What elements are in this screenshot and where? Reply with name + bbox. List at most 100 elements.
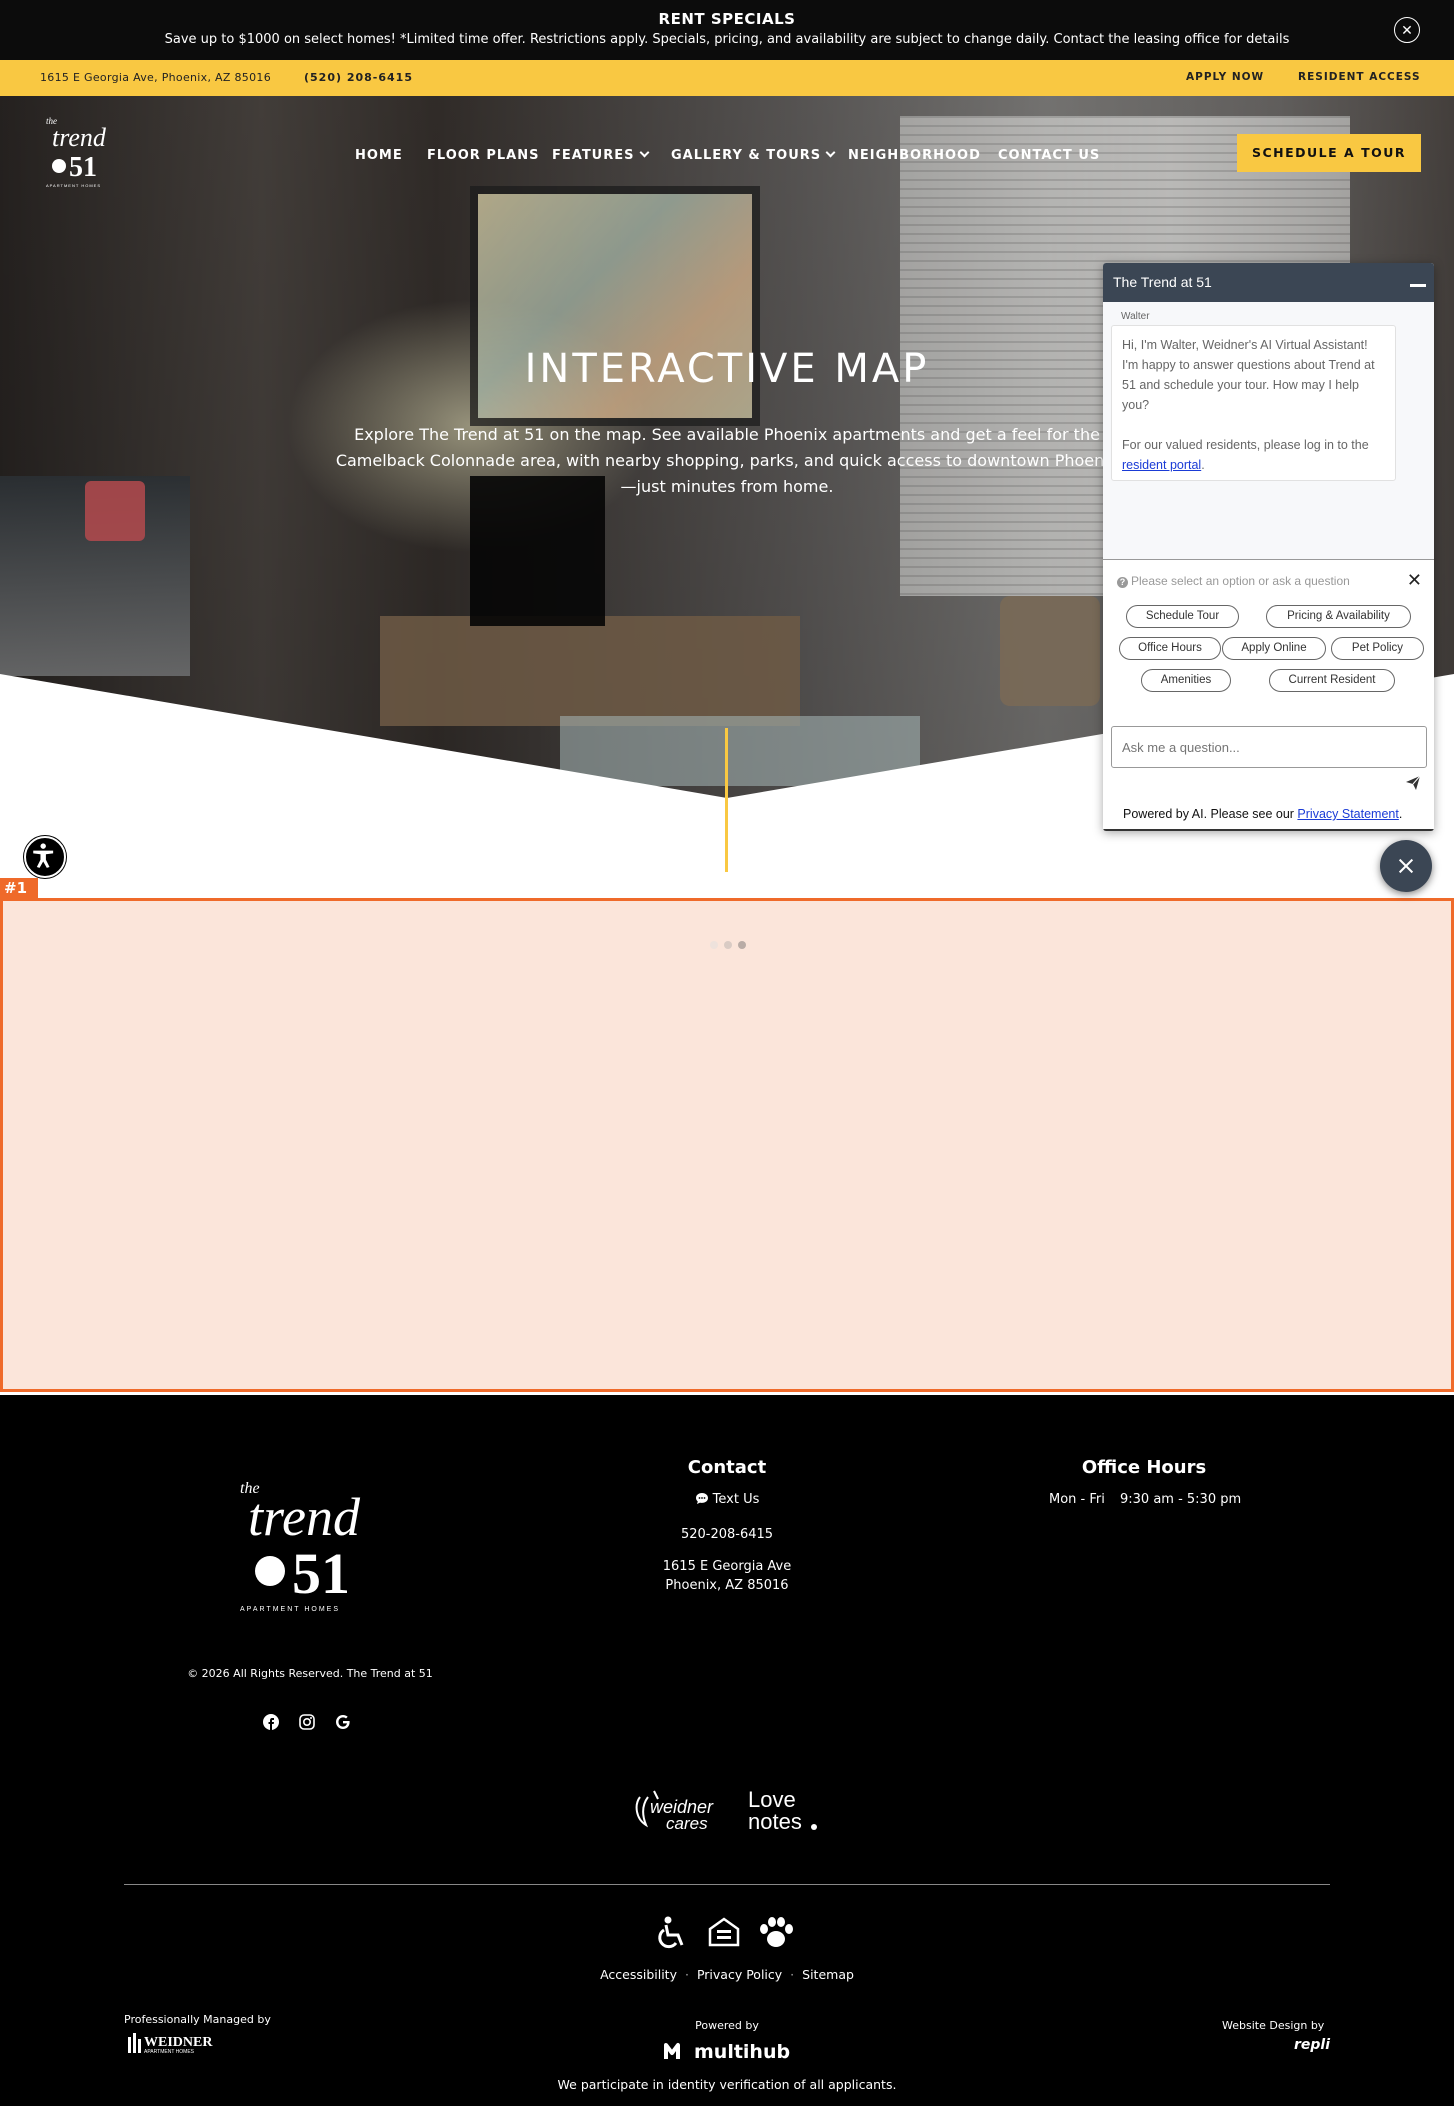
chat-prompt: ? Please select an option or ask a questi… (1117, 574, 1350, 588)
svg-text:51: 51 (292, 1541, 350, 1606)
verification-notice: We participate in identity verification … (557, 2077, 897, 2092)
chat-close-button[interactable] (1380, 840, 1432, 892)
chat-agent-name: Walter (1121, 311, 1150, 322)
option-amenities[interactable]: Amenities (1141, 669, 1231, 692)
option-pet-policy[interactable]: Pet Policy (1331, 637, 1424, 660)
option-current-resident[interactable]: Current Resident (1269, 669, 1395, 692)
phone-link[interactable]: (520) 208-6415 (304, 71, 413, 84)
loading-indicator (710, 936, 752, 954)
link-separator: · (684, 1967, 689, 1982)
hero-description: Explore The Trend at 51 on the map. See … (335, 425, 1119, 496)
accessibility-icon[interactable] (24, 836, 66, 878)
footer-links: Accessibility · Privacy Policy · Sitemap (0, 1967, 1454, 1982)
chat-message-resident-text: For our valued residents, please log in … (1122, 438, 1369, 452)
address-link[interactable]: 1615 E Georgia Ave, Phoenix, AZ 85016 (40, 71, 271, 84)
svg-text:APARTMENT HOMES: APARTMENT HOMES (144, 2049, 195, 2055)
nav-floor-plans[interactable]: FLOOR PLANS (427, 148, 539, 168)
footer-phone[interactable]: 520-208-6415 (627, 1527, 827, 1542)
chat-input[interactable] (1111, 726, 1427, 768)
minimize-icon[interactable] (1410, 284, 1426, 287)
sitemap-link[interactable]: Sitemap (802, 1967, 854, 1982)
svg-text:APARTMENT HOMES: APARTMENT HOMES (46, 183, 101, 188)
svg-text:trend: trend (248, 1487, 361, 1547)
chat-title: The Trend at 51 (1113, 274, 1212, 290)
privacy-policy-link[interactable]: Privacy Policy (697, 1967, 782, 1982)
page: RENT SPECIALS Save up to $1000 on select… (0, 0, 1454, 2106)
utility-bar: 1615 E Georgia Ave, Phoenix, AZ 85016 (5… (0, 60, 1454, 96)
footer: the trend 51 APARTMENT HOMES © 2026 All … (0, 1395, 1454, 2106)
announcement-title: RENT SPECIALS (658, 10, 796, 28)
svg-text:WEIDNER: WEIDNER (144, 2035, 213, 2050)
announcement-text: Save up to $1000 on select homes! *Limit… (164, 32, 1290, 47)
partner-logos: weidner cares Love notes (635, 1787, 817, 1834)
trend-51-logo[interactable]: the trend 51 APARTMENT HOMES (44, 114, 124, 190)
copyright: © 2026 All Rights Reserved. The Trend at… (187, 1667, 433, 1680)
svg-text:multihub: multihub (694, 2041, 790, 2063)
option-office-hours[interactable]: Office Hours (1119, 637, 1221, 660)
link-separator: · (790, 1967, 795, 1982)
apply-now-link[interactable]: APPLY NOW (1186, 71, 1264, 83)
wheelchair-icon (658, 1916, 684, 1949)
chat-widget: The Trend at 51 Walter Hi, I'm Walter, W… (1103, 263, 1434, 831)
text-us-label: Text Us (712, 1492, 760, 1507)
footer-address-line1: 1615 E Georgia Ave (662, 1559, 792, 1574)
footer-address-line2: Phoenix, AZ 85016 (665, 1578, 789, 1593)
design-by-label: Website Design by (1222, 2019, 1325, 2032)
weidner-logo[interactable]: WEIDNER APARTMENT HOMES (126, 2029, 222, 2055)
nav-home[interactable]: HOME (355, 148, 403, 168)
pet-paw-icon (760, 1917, 793, 1947)
resident-access-link[interactable]: RESIDENT ACCESS (1298, 71, 1421, 83)
svg-text:trend: trend (52, 123, 107, 152)
repli-logo[interactable]: repli (1294, 2037, 1330, 2053)
chat-message-resident: For our valued residents, please log in … (1122, 438, 1369, 472)
chevron-down-icon (825, 147, 836, 158)
office-hours-days: Mon - Fri (1049, 1492, 1105, 1507)
svg-text:cares: cares (666, 1814, 708, 1833)
option-apply-online[interactable]: Apply Online (1222, 637, 1326, 660)
option-schedule-tour[interactable]: Schedule Tour (1126, 605, 1239, 628)
help-icon: ? (1117, 577, 1128, 588)
chat-footnote: Powered by AI. Please see our Privacy St… (1123, 807, 1403, 821)
send-icon[interactable] (1405, 775, 1421, 791)
chat-options-panel: ? Please select an option or ask a questi… (1103, 559, 1434, 831)
instagram-icon[interactable] (298, 1713, 316, 1731)
svg-text:notes: notes (748, 1809, 802, 1834)
nav-gallery-label: GALLERY & TOURS (671, 148, 822, 163)
multihub-logo[interactable]: multihub (664, 2039, 792, 2063)
announcement-bar: RENT SPECIALS Save up to $1000 on select… (0, 0, 1454, 60)
map-tag: #1 (0, 878, 38, 899)
text-us-link[interactable]: Text Us (627, 1492, 827, 1507)
close-options-icon[interactable]: ✕ (1407, 570, 1422, 591)
svg-text:APARTMENT HOMES: APARTMENT HOMES (240, 1606, 340, 1613)
nav-features[interactable]: FEATURES (552, 147, 649, 168)
chat-message-text: Hi, I'm Walter, Weidner's AI Virtual Ass… (1122, 338, 1375, 412)
equal-housing-icon (708, 1917, 740, 1947)
chat-header: The Trend at 51 (1103, 263, 1434, 302)
chat-message: Hi, I'm Walter, Weidner's AI Virtual Ass… (1111, 325, 1396, 481)
nav-contact-us[interactable]: CONTACT US (998, 148, 1100, 168)
option-pricing-availability[interactable]: Pricing & Availability (1266, 605, 1411, 628)
google-icon[interactable] (334, 1713, 352, 1731)
section-divider-line (725, 728, 728, 872)
chat-prompt-text: Please select an option or ask a questio… (1131, 574, 1350, 588)
privacy-statement-link[interactable]: Privacy Statement (1297, 807, 1398, 821)
chat-bottom-border (1103, 829, 1434, 831)
footer-logo[interactable]: the trend 51 APARTMENT HOMES (236, 1475, 392, 1615)
resident-portal-link[interactable]: resident portal (1122, 458, 1201, 472)
office-hours-heading: Office Hours (1081, 1457, 1207, 1478)
contact-heading: Contact (687, 1457, 767, 1478)
footer-divider (124, 1884, 1330, 1885)
nav-features-label: FEATURES (552, 148, 635, 163)
schedule-tour-button[interactable]: SCHEDULE A TOUR (1237, 134, 1421, 172)
svg-text:51: 51 (69, 152, 97, 183)
chat-bubble-icon (695, 1493, 708, 1504)
close-icon[interactable]: ✕ (1394, 17, 1420, 43)
weidner-cares-logo: weidner cares (635, 1790, 714, 1833)
accessibility-link[interactable]: Accessibility (600, 1967, 677, 1982)
interactive-map[interactable] (0, 898, 1454, 1392)
nav-gallery-tours[interactable]: GALLERY & TOURS (671, 147, 836, 168)
nav-neighborhood[interactable]: NEIGHBORHOOD (848, 148, 981, 168)
chat-footnote-text: Powered by AI. Please see our (1123, 807, 1294, 821)
office-hours-time: 9:30 am - 5:30 pm (1120, 1492, 1242, 1507)
facebook-icon[interactable] (262, 1713, 280, 1731)
